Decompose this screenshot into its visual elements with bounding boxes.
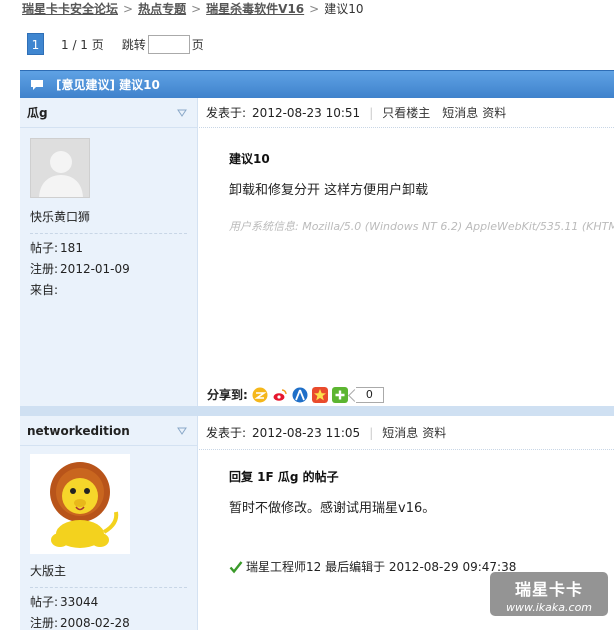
posted-time: 2012-08-23 10:51 xyxy=(252,105,361,120)
renren-share-icon[interactable] xyxy=(292,387,308,403)
stat-value: 2008-02-28 xyxy=(60,616,130,630)
posted-label: 发表于: xyxy=(206,106,247,120)
breadcrumb-separator: > xyxy=(191,2,202,16)
location-stat: 来自: xyxy=(30,281,197,299)
share-bar: 分享到: 0 xyxy=(207,386,384,403)
author-name[interactable]: 瓜g xyxy=(27,104,48,121)
breadcrumb-v16-link[interactable]: 瑞星杀毒软件V16 xyxy=(206,2,304,16)
triangle-down-icon[interactable] xyxy=(177,109,187,117)
triangle-down-icon[interactable] xyxy=(177,427,187,435)
profile-link[interactable]: 资料 xyxy=(422,424,446,441)
speech-bubble-icon xyxy=(30,79,44,91)
jump-label: 跳转 xyxy=(121,37,146,52)
watermark-name: 瑞星卡卡 xyxy=(514,580,583,599)
stat-label: 来自: xyxy=(30,283,59,297)
site-watermark-logo: 瑞星卡卡 www.ikaka.com xyxy=(490,572,608,616)
post-subject: 建议10 xyxy=(229,152,270,166)
post-body: 暂时不做修改。感谢试用瑞星v16。 xyxy=(229,501,436,516)
author-row: 瓜g xyxy=(20,98,197,128)
breadcrumb-forum-link[interactable]: 瑞星卡卡安全论坛 xyxy=(22,2,118,16)
post-divider xyxy=(20,406,614,416)
user-rank-title: 大版主 xyxy=(30,564,67,578)
author-name[interactable]: networkedition xyxy=(27,424,130,438)
post-body: 卸载和修复分开 这样方便用户卸载 xyxy=(229,183,429,198)
divider xyxy=(30,587,187,588)
page-unit-label: 页 xyxy=(191,37,204,52)
page-1-button[interactable]: 1 xyxy=(27,33,44,55)
share-label: 分享到: xyxy=(207,388,248,402)
breadcrumb: 瑞星卡卡安全论坛 > 热点专题 > 瑞星杀毒软件V16 > 建议10 xyxy=(22,0,364,16)
post-2-author-panel: networkedition 大版主 帖子: 33044 注册: 2008-02-2… xyxy=(20,416,198,630)
checkmark-icon xyxy=(229,560,243,573)
avatar[interactable] xyxy=(30,138,90,198)
default-avatar-icon xyxy=(31,139,89,197)
watermark-url: www.ikaka.com xyxy=(505,601,593,614)
qzone-share-icon[interactable] xyxy=(252,387,268,403)
breadcrumb-separator: > xyxy=(123,2,134,16)
register-date-stat: 注册: 2012-01-09 xyxy=(30,260,197,278)
stat-value: 181 xyxy=(60,241,83,255)
stat-label: 帖子: xyxy=(30,595,59,609)
avatar[interactable] xyxy=(30,454,130,554)
weibo-share-icon[interactable] xyxy=(271,386,288,403)
edit-note-text: 瑞星工程师12 最后编辑于 2012-08-29 09:47:38 xyxy=(246,560,517,574)
pagination: 1 1 / 1 页 跳转 页 xyxy=(27,33,204,55)
posted-label: 发表于: xyxy=(206,426,247,440)
posted-time: 2012-08-23 11:05 xyxy=(252,425,361,440)
user-agent-info: 用户系统信息: Mozilla/5.0 (Windows NT 6.2) App… xyxy=(229,220,614,233)
author-row: networkedition xyxy=(20,416,197,446)
post-1-author-panel: 瓜g 快乐黄口狮 帖子: 181 注册: 2012-01-09 来自: xyxy=(20,98,198,406)
post-1-content: 发表于: 2012-08-23 10:51 | 只看楼主 短消息 资料 建议10… xyxy=(199,98,614,406)
stat-value: 33044 xyxy=(60,595,99,609)
divider: | xyxy=(369,425,374,440)
thread-header: [意见建议] 建议10 xyxy=(20,70,614,98)
message-link[interactable]: 短消息 xyxy=(442,104,478,121)
register-date-stat: 注册: 2008-02-28 xyxy=(30,614,197,630)
breadcrumb-hot-topics-link[interactable]: 热点专题 xyxy=(138,2,186,16)
post-count-stat: 帖子: 33044 xyxy=(30,593,197,611)
breadcrumb-current: 建议10 xyxy=(324,2,364,16)
stat-label: 帖子: xyxy=(30,241,59,255)
post-count-stat: 帖子: 181 xyxy=(30,239,197,257)
message-link[interactable]: 短消息 xyxy=(382,424,418,441)
divider: | xyxy=(369,105,374,120)
stat-label: 注册: xyxy=(30,616,59,630)
breadcrumb-separator: > xyxy=(309,2,320,16)
only-op-link[interactable]: 只看楼主 xyxy=(382,104,430,121)
post-subject: 回复 1F 瓜g 的帖子 xyxy=(229,470,339,484)
user-rank-title: 快乐黄口狮 xyxy=(30,210,91,224)
profile-link[interactable]: 资料 xyxy=(482,104,506,121)
post-meta: 发表于: 2012-08-23 11:05 | 短消息 资料 xyxy=(199,416,614,450)
more-share-plus-icon[interactable] xyxy=(331,386,348,403)
post-meta: 发表于: 2012-08-23 10:51 | 只看楼主 短消息 资料 xyxy=(199,98,614,128)
thread-title: [意见建议] 建议10 xyxy=(56,78,160,92)
share-count: 0 xyxy=(355,386,384,403)
stat-value: 2012-01-09 xyxy=(60,262,130,276)
lion-avatar-icon xyxy=(30,454,130,554)
divider xyxy=(30,233,187,234)
page-count: 1 / 1 页 xyxy=(61,37,104,52)
tencent-weibo-share-icon[interactable] xyxy=(311,386,328,403)
jump-page-input[interactable] xyxy=(147,34,190,54)
stat-label: 注册: xyxy=(30,262,59,276)
